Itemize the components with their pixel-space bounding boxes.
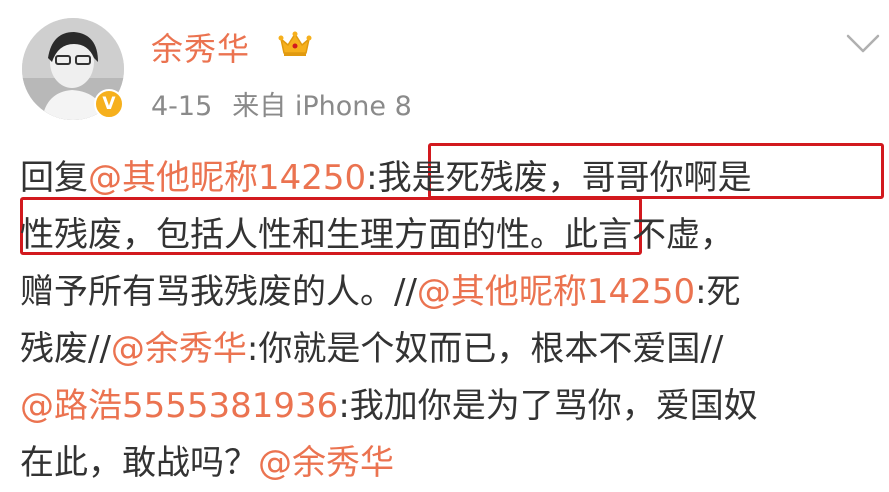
crown-icon xyxy=(278,30,312,62)
content-text: :你就是个奴而已，根本不爱国// xyxy=(246,329,724,369)
content-text: :我加你是为了骂你，爱国奴 xyxy=(338,386,758,426)
mention-link[interactable]: @其他昵称14250 xyxy=(417,272,695,312)
content-line: 性残废，包括人性和生理方面的性。此言不虚， xyxy=(20,207,886,264)
content-text: 在此，敢战吗？ xyxy=(20,443,258,483)
content-line: 残废//@余秀华:你就是个奴而已，根本不爱国// xyxy=(20,321,886,378)
content-line: 赠予所有骂我残废的人。//@其他昵称14250:死 xyxy=(20,264,886,321)
verified-badge-label: V xyxy=(102,93,116,114)
content-line: 回复@其他昵称14250:我是死残废，哥哥你啊是 xyxy=(20,150,886,207)
content-text: 残废// xyxy=(20,329,111,369)
content-text: 回复 xyxy=(20,158,88,198)
post-meta: 4-15 来自 iPhone 8 xyxy=(151,84,412,123)
chevron-down-icon[interactable] xyxy=(846,34,880,58)
content-text: 性残废，包括人性和生理方面的性。此言不虚， xyxy=(20,215,734,255)
mention-link[interactable]: @路浩5555381936 xyxy=(20,386,338,426)
mention-link[interactable]: @其他昵称14250 xyxy=(88,158,366,198)
content-text: :我是死残废，哥哥你啊是 xyxy=(366,158,752,198)
mention-link[interactable]: @余秀华 xyxy=(258,443,394,483)
content-text: 赠予所有骂我残废的人。// xyxy=(20,272,417,312)
content-line: @路浩5555381936:我加你是为了骂你，爱国奴 xyxy=(20,378,886,435)
verified-badge: V xyxy=(94,89,124,119)
mention-link[interactable]: @余秀华 xyxy=(111,329,247,369)
username[interactable]: 余秀华 xyxy=(151,24,250,70)
content-text: :死 xyxy=(695,272,741,312)
content-line: 在此，敢战吗？@余秀华 xyxy=(20,435,886,492)
source[interactable]: 来自 iPhone 8 xyxy=(232,91,411,122)
timestamp: 4-15 xyxy=(151,91,213,122)
post-content: 回复@其他昵称14250:我是死残废，哥哥你啊是 性残废，包括人性和生理方面的性。… xyxy=(20,150,886,492)
